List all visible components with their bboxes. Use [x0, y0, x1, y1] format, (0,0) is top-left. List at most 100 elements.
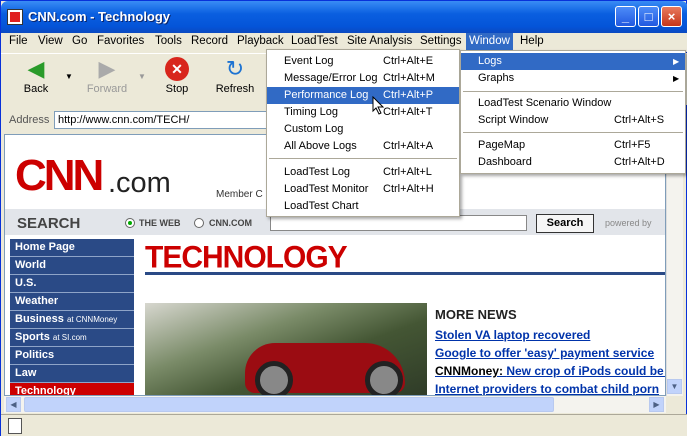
menu-item-loadtest-monitor[interactable]: LoadTest Monitor Ctrl+Alt+H	[267, 181, 459, 198]
nav-label: Weather	[15, 295, 59, 307]
menu-item-shortcut: Ctrl+Alt+E	[383, 55, 434, 67]
menu-item-message-error-log[interactable]: Message/Error Log Ctrl+Alt+M	[267, 70, 459, 87]
radio-the-web[interactable]	[125, 218, 135, 228]
menu-separator	[463, 132, 683, 133]
back-label: Back	[23, 83, 49, 95]
nav-label: U.S.	[15, 277, 37, 289]
menu-view[interactable]: View	[38, 35, 63, 47]
menu-item-dashboard[interactable]: Dashboard Ctrl+Alt+D	[461, 154, 685, 171]
back-dropdown-icon[interactable]: ▼	[65, 72, 73, 81]
menu-item-script-window[interactable]: Script Window Ctrl+Alt+S	[461, 112, 685, 129]
nav-item-us[interactable]: U.S.	[10, 275, 134, 293]
news-link[interactable]: Google to offer 'easy' payment service	[435, 346, 654, 360]
menu-item-label: Timing Log	[284, 106, 339, 118]
radio-cnn-label: CNN.COM	[209, 218, 252, 228]
menu-item-loadtest-log[interactable]: LoadTest Log Ctrl+Alt+L	[267, 164, 459, 181]
horizontal-scrollbar[interactable]: ◀ ▶	[4, 396, 666, 413]
menu-loadtest[interactable]: LoadTest	[291, 35, 338, 47]
news-link[interactable]: Internet providers to combat child porn	[435, 382, 659, 395]
status-bar	[1, 414, 687, 436]
forward-arrow-icon: ▶	[98, 56, 116, 81]
nav-item-technology[interactable]: Technology	[10, 383, 134, 395]
menu-tools[interactable]: Tools	[155, 35, 182, 47]
forward-button[interactable]: ▶ Forward	[85, 56, 129, 96]
scroll-left-icon[interactable]: ◀	[6, 397, 21, 412]
menu-playback[interactable]: Playback	[237, 35, 284, 47]
stop-button[interactable]: ✕ Stop	[161, 57, 193, 95]
menu-item-timing-log[interactable]: Timing Log Ctrl+Alt+T	[267, 104, 459, 121]
nav-label: Home Page	[15, 241, 75, 253]
menu-item-shortcut: Ctrl+Alt+T	[383, 106, 433, 118]
menu-item-label: Graphs	[478, 72, 515, 84]
menu-go[interactable]: Go	[72, 35, 87, 47]
menu-record[interactable]: Record	[191, 35, 228, 47]
menu-item-shortcut: Ctrl+Alt+L	[383, 166, 432, 178]
window-title: CNN.com - Technology	[28, 9, 171, 24]
menu-site-analysis[interactable]: Site Analysis	[347, 35, 412, 47]
scroll-right-icon[interactable]: ▶	[649, 397, 664, 412]
nav-item-sports[interactable]: Sports at SI.com	[10, 329, 134, 347]
news-text: Google to offer 'easy' payment service	[435, 346, 655, 360]
search-label: SEARCH	[17, 215, 81, 232]
menu-item-all-above-logs[interactable]: All Above Logs Ctrl+Alt+A	[267, 138, 459, 155]
menu-window[interactable]: Window	[466, 33, 513, 50]
title-bar[interactable]: CNN.com - Technology _ □ ×	[1, 1, 687, 33]
menu-item-performance-log[interactable]: Performance Log Ctrl+Alt+P	[267, 87, 459, 104]
menu-item-loadtest-scenario-window[interactable]: LoadTest Scenario Window	[461, 95, 685, 112]
menu-item-label: Performance Log	[284, 89, 369, 101]
window-menu: Logs ▶ Graphs ▶ LoadTest Scenario Window S…	[460, 50, 686, 174]
back-button[interactable]: ◀ Back	[19, 57, 53, 96]
nav-item-home[interactable]: Home Page	[10, 239, 134, 257]
page-icon	[8, 418, 22, 434]
scroll-thumb[interactable]	[24, 397, 554, 412]
menu-item-graphs[interactable]: Graphs ▶	[461, 70, 685, 87]
news-link[interactable]: Stolen VA laptop recovered	[435, 328, 590, 342]
menu-settings[interactable]: Settings	[420, 35, 462, 47]
nav-sublabel: at SI.com	[52, 333, 87, 342]
close-button[interactable]: ×	[661, 6, 682, 27]
menu-item-pagemap[interactable]: PageMap Ctrl+F5	[461, 137, 685, 154]
menu-item-custom-log[interactable]: Custom Log	[267, 121, 459, 138]
search-input[interactable]	[270, 215, 527, 231]
nav-item-world[interactable]: World	[10, 257, 134, 275]
menu-item-label: LoadTest Monitor	[284, 183, 369, 195]
menu-item-shortcut: Ctrl+Alt+D	[614, 156, 665, 168]
menu-favorites[interactable]: Favorites	[97, 35, 144, 47]
menu-item-shortcut: Ctrl+Alt+S	[614, 114, 665, 126]
menu-file[interactable]: File	[9, 35, 28, 47]
menu-item-label: Event Log	[284, 55, 334, 67]
member-link[interactable]: Member C	[216, 189, 263, 200]
nav-item-law[interactable]: Law	[10, 365, 134, 383]
menu-item-label: Logs	[478, 55, 502, 67]
menu-item-loadtest-chart[interactable]: LoadTest Chart	[267, 198, 459, 215]
cnn-logo-suffix: .com	[108, 167, 171, 199]
menu-help[interactable]: Help	[520, 35, 544, 47]
submenu-arrow-icon: ▶	[673, 57, 680, 66]
forward-dropdown-icon[interactable]: ▼	[138, 72, 146, 81]
wheel-shape	[365, 361, 403, 395]
mouse-cursor-icon	[372, 96, 385, 115]
menu-item-shortcut: Ctrl+Alt+H	[383, 183, 434, 195]
forward-label: Forward	[86, 83, 128, 95]
nav-item-weather[interactable]: Weather	[10, 293, 134, 311]
menu-item-event-log[interactable]: Event Log Ctrl+Alt+E	[267, 53, 459, 70]
radio-cnn[interactable]	[194, 218, 204, 228]
menu-item-logs[interactable]: Logs ▶	[461, 53, 685, 70]
app-icon[interactable]	[7, 9, 23, 25]
powered-by: powered by	[605, 218, 652, 228]
menu-item-shortcut: Ctrl+Alt+P	[383, 89, 434, 101]
nav-label: Law	[15, 367, 37, 379]
refresh-button[interactable]: ↻ Refresh	[213, 57, 257, 96]
cnn-logo[interactable]: CNN	[15, 151, 104, 201]
story-photo[interactable]	[145, 303, 427, 395]
section-divider	[145, 272, 665, 275]
scroll-down-icon[interactable]: ▼	[667, 379, 682, 394]
search-button[interactable]: Search	[536, 214, 594, 233]
maximize-button[interactable]: □	[638, 6, 659, 27]
nav-item-business[interactable]: Business at CNNMoney	[10, 311, 134, 329]
menu-item-label: LoadTest Chart	[284, 200, 359, 212]
nav-item-politics[interactable]: Politics	[10, 347, 134, 365]
news-link[interactable]: CNNMoney: New crop of iPods could be d	[435, 364, 665, 378]
stop-label: Stop	[165, 83, 189, 95]
minimize-button[interactable]: _	[615, 6, 636, 27]
